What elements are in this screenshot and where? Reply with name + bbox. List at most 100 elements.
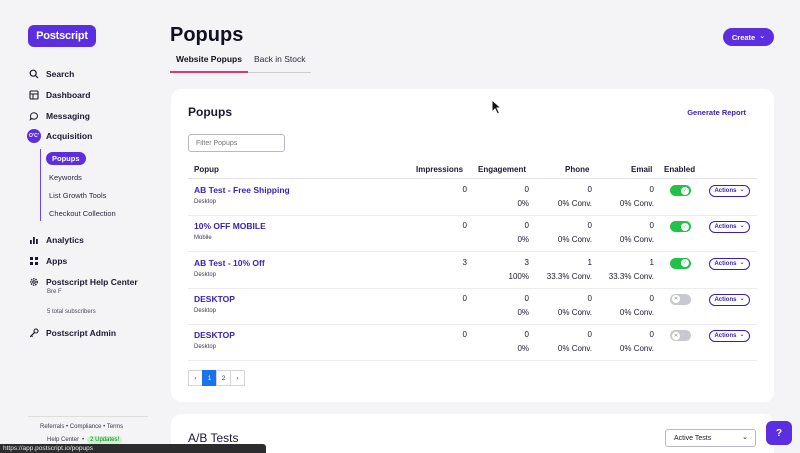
check-icon: ✓ — [681, 259, 689, 268]
column-header-popup: Popup — [194, 165, 219, 174]
shop-user-name: Bre F — [47, 289, 62, 295]
referrals-link[interactable]: Referrals — [40, 424, 64, 430]
engagement-value: 0 — [524, 185, 529, 194]
popup-name-link[interactable]: 10% OFF MOBILE — [194, 221, 266, 231]
email-value: 0 — [649, 185, 654, 194]
question-icon: ? — [775, 427, 783, 439]
sidebar-item-label: Acquisition — [46, 131, 93, 141]
popup-name-link[interactable]: AB Test - Free Shipping — [194, 185, 290, 195]
engagement-value: 0 — [524, 221, 529, 231]
page-button-1[interactable]: 1 — [202, 370, 217, 386]
actions-label: Actions — [714, 188, 737, 194]
sidebar-item-acquisition[interactable]: O'C' Acquisition — [27, 129, 93, 143]
chevron-down-icon: ⌄ — [739, 259, 745, 266]
popup-device: Desktop — [194, 307, 217, 314]
sidebar-item-analytics[interactable]: Analytics — [28, 234, 84, 246]
chevron-down-icon: ⌄ — [739, 223, 745, 230]
page-title: Popups — [170, 24, 244, 46]
actions-dropdown-button[interactable]: Actions ⌄ — [709, 293, 750, 306]
terms-link[interactable]: Terms — [107, 424, 123, 430]
phone-value: 1 — [587, 257, 592, 267]
sidebar-subitem-checkout-collection[interactable]: Checkout Collection — [49, 209, 116, 218]
generate-report-link[interactable]: Generate Report — [687, 108, 746, 117]
popup-device: Desktop — [194, 199, 217, 205]
enabled-toggle[interactable]: ✕ — [670, 330, 691, 342]
impressions-value: 0 — [462, 293, 467, 303]
x-icon: ✕ — [672, 331, 680, 340]
apps-grid-icon — [28, 255, 40, 267]
phone-value: 0 — [587, 221, 592, 231]
email-value: 1 — [649, 257, 654, 267]
x-icon: ✕ — [672, 295, 680, 304]
table-row: DESKTOP Desktop 0 0 0% 0 0% Conv. 0 0% C… — [188, 325, 757, 362]
page-button-2[interactable]: 2 — [216, 370, 231, 386]
sidebar-item-admin[interactable]: Postscript Admin — [28, 327, 116, 339]
popup-name-link[interactable]: DESKTOP — [194, 330, 235, 340]
engagement-value: 0 — [524, 293, 529, 303]
engagement-value: 3 — [524, 257, 529, 267]
impressions-value: 0 — [462, 330, 467, 340]
bar-chart-icon — [28, 234, 40, 246]
compliance-link[interactable]: Compliance — [70, 424, 102, 430]
actions-label: Actions — [714, 296, 737, 303]
sidebar-subitem-keywords[interactable]: Keywords — [49, 173, 82, 182]
sidebar-item-label: Postscript Help Center — [46, 277, 138, 287]
actions-dropdown-button[interactable]: Actions ⌄ — [709, 221, 750, 234]
email-conversion: 0% Conv. — [619, 235, 654, 245]
gear-icon — [28, 276, 40, 288]
phone-value: 0 — [587, 293, 592, 303]
filter-popups-input[interactable] — [188, 134, 285, 152]
sidebar-item-messaging[interactable]: Messaging — [28, 110, 90, 122]
actions-label: Actions — [714, 260, 737, 267]
popup-device: Desktop — [194, 344, 217, 351]
enabled-toggle[interactable]: ✕ — [670, 293, 691, 305]
tab-bar: Website Popups Back in Stock — [170, 52, 312, 73]
actions-dropdown-button[interactable]: Actions ⌄ — [709, 330, 750, 343]
enabled-toggle[interactable]: ✓ — [670, 185, 691, 196]
create-button-label: Create — [731, 32, 756, 42]
sidebar-item-search[interactable]: Search — [28, 68, 74, 80]
help-chat-button[interactable]: ? — [766, 421, 792, 445]
check-icon: ✓ — [681, 186, 689, 195]
select-value: Active Tests — [674, 434, 712, 442]
table-row: 10% OFF MOBILE Mobile 0 0 0% 0 0% Conv. … — [188, 216, 757, 253]
message-icon — [28, 110, 40, 122]
popup-device: Mobile — [194, 235, 212, 242]
popup-name-link[interactable]: DESKTOP — [194, 294, 235, 304]
card-title: Popups — [188, 105, 232, 119]
postscript-logo[interactable]: Postscript — [28, 25, 96, 47]
sidebar-subitem-list-growth-tools[interactable]: List Growth Tools — [49, 191, 106, 200]
phone-conversion: 0% Conv. — [557, 199, 592, 208]
next-page-button[interactable]: › — [230, 370, 245, 386]
phone-conversion: 0% Conv. — [557, 307, 592, 317]
popup-name-link[interactable]: AB Test - 10% Off — [194, 258, 265, 268]
enabled-toggle[interactable]: ✓ — [670, 221, 691, 233]
help-center-link[interactable]: Help Center — [47, 437, 79, 443]
tab-website-popups[interactable]: Website Popups — [170, 52, 248, 73]
check-icon: ✓ — [681, 222, 689, 231]
sidebar-item-help-center[interactable]: Postscript Help Center — [28, 276, 138, 288]
acquisition-icon: O'C' — [27, 129, 41, 143]
engagement-percent: 0% — [517, 235, 529, 245]
mouse-cursor-icon — [491, 99, 502, 115]
sidebar-item-label: Search — [46, 69, 75, 79]
updates-badge[interactable]: 2 Updates! — [87, 436, 123, 444]
tab-back-in-stock[interactable]: Back in Stock — [247, 52, 312, 73]
sidebar-item-dashboard[interactable]: Dashboard — [28, 89, 90, 101]
phone-value: 0 — [587, 185, 592, 194]
actions-dropdown-button[interactable]: Actions ⌄ — [709, 257, 750, 270]
ab-tests-filter-select[interactable]: Active Tests ⌄ — [665, 429, 756, 447]
create-button[interactable]: Create ⌄ — [723, 28, 774, 46]
sidebar-item-label: Messaging — [46, 111, 90, 121]
browser-status-url: https://app.postscript.io/popups — [0, 444, 266, 453]
enabled-toggle[interactable]: ✓ — [670, 257, 691, 269]
sidebar-subitem-popups[interactable]: Popups — [46, 152, 86, 165]
prev-page-button[interactable]: ‹ — [188, 370, 203, 386]
email-value: 0 — [649, 330, 654, 340]
column-header-phone: Phone — [565, 165, 590, 174]
actions-dropdown-button[interactable]: Actions ⌄ — [709, 185, 750, 197]
footer-links: Referrals • Compliance • Terms — [40, 424, 123, 430]
subscriber-count: 5 total subscribers — [47, 309, 96, 315]
sidebar-item-apps[interactable]: Apps — [28, 255, 67, 267]
sidebar-item-label: Analytics — [46, 235, 84, 245]
